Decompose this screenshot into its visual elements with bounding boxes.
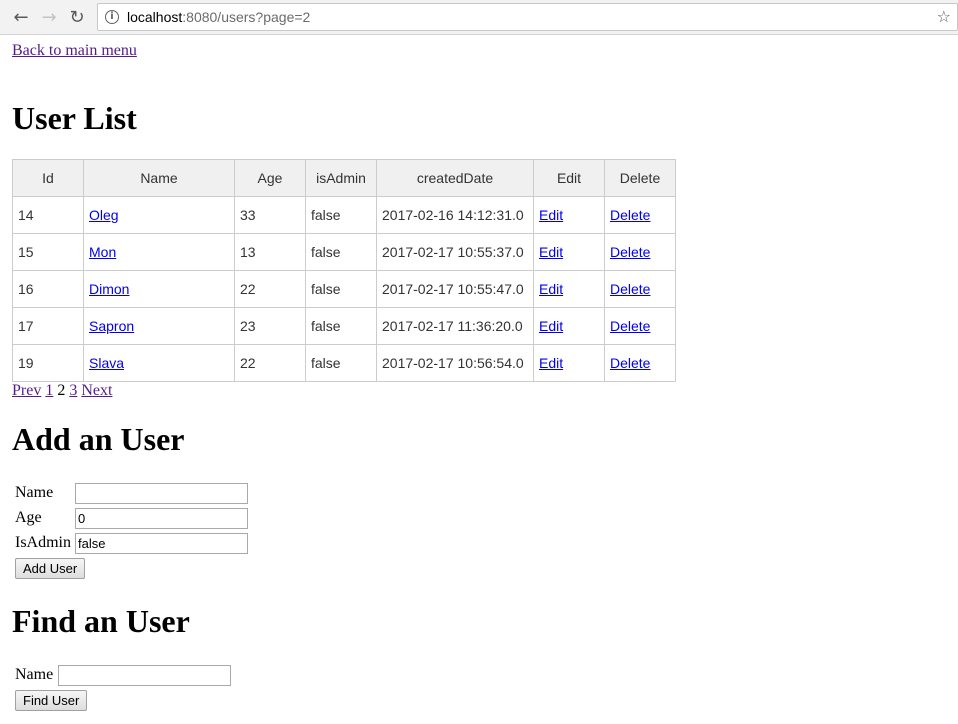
cell-delete: Delete bbox=[604, 270, 676, 308]
pagination: Prev 1 2 3 Next bbox=[12, 382, 112, 400]
user-name-link[interactable]: Mon bbox=[89, 244, 116, 260]
add-isadmin-input[interactable]: false bbox=[75, 533, 248, 554]
cell-createddate: 2017-02-17 11:36:20.0 bbox=[376, 307, 534, 345]
edit-link[interactable]: Edit bbox=[539, 207, 563, 223]
browser-toolbar: ← → ↻ i localhost:8080/users?page=2 ☆ bbox=[0, 0, 958, 35]
cell-name: Dimon bbox=[83, 270, 235, 308]
delete-link[interactable]: Delete bbox=[610, 207, 650, 223]
cell-delete: Delete bbox=[604, 196, 676, 234]
cell-age: 22 bbox=[234, 344, 306, 382]
cell-delete: Delete bbox=[604, 307, 676, 345]
bookmark-star-icon[interactable]: ☆ bbox=[937, 7, 951, 26]
column-header-edit: Edit bbox=[533, 159, 605, 197]
cell-isadmin: false bbox=[305, 233, 377, 271]
cell-createddate: 2017-02-17 10:55:37.0 bbox=[376, 233, 534, 271]
find-name-input[interactable] bbox=[58, 665, 231, 686]
forward-arrow-icon[interactable]: → bbox=[36, 4, 62, 30]
user-name-link[interactable]: Sapron bbox=[89, 318, 134, 334]
next-page-link[interactable]: Next bbox=[81, 382, 112, 399]
find-user-button[interactable]: Find User bbox=[15, 690, 88, 711]
address-url[interactable]: localhost:8080/users?page=2 bbox=[127, 9, 310, 25]
table-header-row: Id Name Age isAdmin createdDate Edit Del… bbox=[12, 159, 676, 197]
add-name-input[interactable] bbox=[75, 483, 248, 504]
delete-link[interactable]: Delete bbox=[610, 244, 650, 260]
add-isadmin-label: IsAdmin bbox=[15, 534, 71, 551]
cell-id: 15 bbox=[12, 233, 84, 271]
url-host: localhost bbox=[127, 9, 183, 25]
column-header-age: Age bbox=[234, 159, 306, 197]
cell-isadmin: false bbox=[305, 307, 377, 345]
table-row: 15 Mon 13 false 2017-02-17 10:55:37.0 Ed… bbox=[12, 233, 676, 271]
cell-age: 13 bbox=[234, 233, 306, 271]
find-user-heading: Find an User bbox=[12, 603, 190, 639]
column-header-name: Name bbox=[83, 159, 235, 197]
table-row: 14 Oleg 33 false 2017-02-16 14:12:31.0 E… bbox=[12, 196, 676, 234]
cell-id: 17 bbox=[12, 307, 84, 345]
add-user-button[interactable]: Add User bbox=[15, 558, 86, 579]
cell-name: Slava bbox=[83, 344, 235, 382]
cell-createddate: 2017-02-17 10:56:54.0 bbox=[376, 344, 534, 382]
cell-delete: Delete bbox=[604, 233, 676, 271]
cell-age: 22 bbox=[234, 270, 306, 308]
page-3-link[interactable]: 3 bbox=[69, 382, 77, 399]
address-bar[interactable]: i localhost:8080/users?page=2 ☆ bbox=[97, 3, 958, 31]
add-age-label: Age bbox=[15, 509, 42, 526]
prev-page-link[interactable]: Prev bbox=[12, 382, 41, 399]
edit-link[interactable]: Edit bbox=[539, 318, 563, 334]
add-age-input[interactable]: 0 bbox=[75, 508, 248, 529]
column-header-id: Id bbox=[12, 159, 84, 197]
cell-name: Oleg bbox=[83, 196, 235, 234]
find-name-row: Name bbox=[15, 666, 53, 684]
cell-isadmin: false bbox=[305, 270, 377, 308]
table-row: 17 Sapron 23 false 2017-02-17 11:36:20.0… bbox=[12, 307, 676, 345]
cell-isadmin: false bbox=[305, 344, 377, 382]
cell-delete: Delete bbox=[604, 344, 676, 382]
table-row: 19 Slava 22 false 2017-02-17 10:56:54.0 … bbox=[12, 344, 676, 382]
edit-link[interactable]: Edit bbox=[539, 244, 563, 260]
user-name-link[interactable]: Oleg bbox=[89, 207, 119, 223]
delete-link[interactable]: Delete bbox=[610, 318, 650, 334]
cell-edit: Edit bbox=[533, 233, 605, 271]
find-name-label: Name bbox=[15, 666, 54, 683]
users-table: Id Name Age isAdmin createdDate Edit Del… bbox=[12, 159, 676, 382]
back-to-main-menu-link[interactable]: Back to main menu bbox=[12, 42, 137, 60]
cell-createddate: 2017-02-17 10:55:47.0 bbox=[376, 270, 534, 308]
cell-id: 16 bbox=[12, 270, 84, 308]
current-page: 2 bbox=[57, 382, 66, 399]
edit-link[interactable]: Edit bbox=[539, 355, 563, 371]
user-name-link[interactable]: Dimon bbox=[89, 281, 129, 297]
cell-createddate: 2017-02-16 14:12:31.0 bbox=[376, 196, 534, 234]
cell-edit: Edit bbox=[533, 270, 605, 308]
cell-edit: Edit bbox=[533, 307, 605, 345]
url-path: :8080/users?page=2 bbox=[182, 9, 311, 25]
back-arrow-icon[interactable]: ← bbox=[8, 4, 34, 30]
cell-edit: Edit bbox=[533, 196, 605, 234]
add-user-heading: Add an User bbox=[12, 421, 185, 457]
cell-edit: Edit bbox=[533, 344, 605, 382]
cell-isadmin: false bbox=[305, 196, 377, 234]
cell-name: Sapron bbox=[83, 307, 235, 345]
column-header-isadmin: isAdmin bbox=[305, 159, 377, 197]
page-1-link[interactable]: 1 bbox=[45, 382, 53, 399]
user-list-heading: User List bbox=[12, 100, 137, 136]
add-age-row: Age bbox=[15, 509, 75, 527]
delete-link[interactable]: Delete bbox=[610, 355, 650, 371]
info-icon[interactable]: i bbox=[105, 10, 119, 24]
reload-icon[interactable]: ↻ bbox=[64, 4, 90, 30]
cell-id: 14 bbox=[12, 196, 84, 234]
add-isadmin-row: IsAdmin bbox=[15, 534, 75, 552]
user-name-link[interactable]: Slava bbox=[89, 355, 124, 371]
column-header-createddate: createdDate bbox=[376, 159, 534, 197]
cell-age: 23 bbox=[234, 307, 306, 345]
add-name-label: Name bbox=[15, 484, 54, 501]
table-row: 16 Dimon 22 false 2017-02-17 10:55:47.0 … bbox=[12, 270, 676, 308]
add-name-row: Name bbox=[15, 484, 75, 502]
cell-id: 19 bbox=[12, 344, 84, 382]
cell-age: 33 bbox=[234, 196, 306, 234]
cell-name: Mon bbox=[83, 233, 235, 271]
delete-link[interactable]: Delete bbox=[610, 281, 650, 297]
edit-link[interactable]: Edit bbox=[539, 281, 563, 297]
column-header-delete: Delete bbox=[604, 159, 676, 197]
